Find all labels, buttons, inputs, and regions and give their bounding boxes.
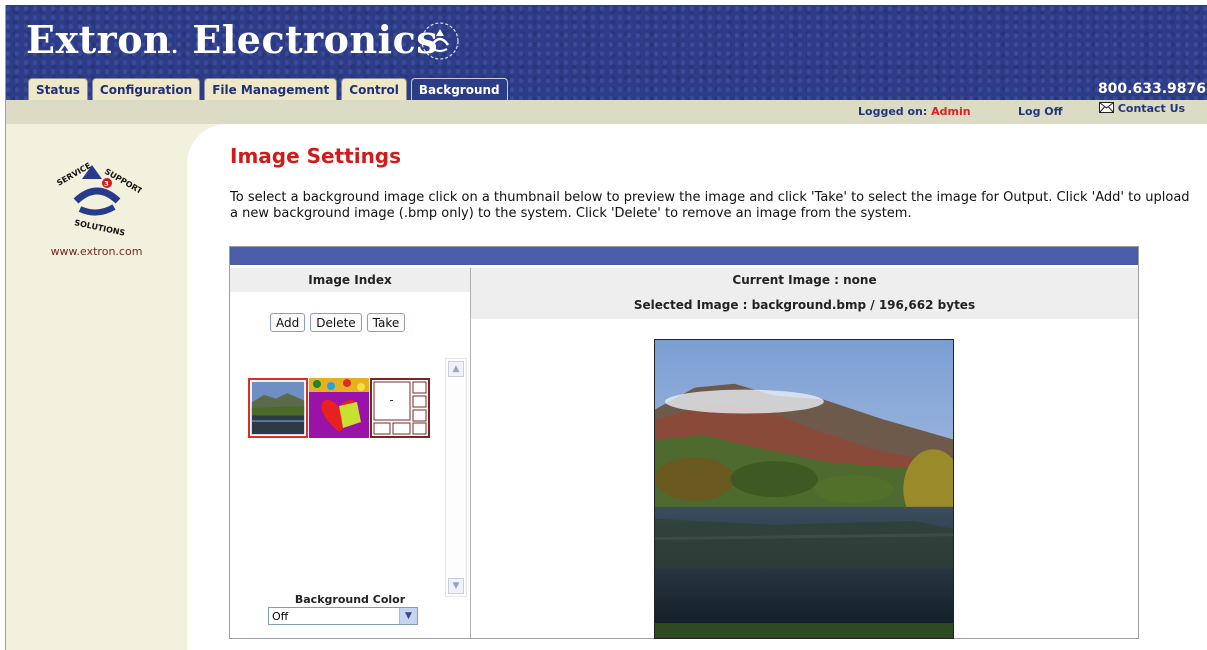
service-support-solutions-logo[interactable]: SERVICE SUPPORT SOLUTIONS 3 [52, 157, 142, 237]
contact-us-label: Contact Us [1117, 102, 1186, 115]
brand-main: Extron [26, 17, 172, 62]
extron-url-link[interactable]: www.extron.com [6, 245, 187, 258]
thumbnail-scrollbar[interactable]: ▲ ▼ [445, 358, 467, 597]
page-description: To select a background image click on a … [230, 190, 1190, 221]
scroll-up-icon[interactable]: ▲ [448, 361, 464, 377]
take-button[interactable]: Take [366, 313, 406, 332]
tab-file-management[interactable]: File Management [204, 78, 338, 101]
log-off-link[interactable]: Log Off [1018, 105, 1063, 118]
main-tabs: Status Configuration File Management Con… [28, 78, 508, 101]
logged-on-user: Admin [931, 105, 971, 118]
contact-us-link[interactable]: Contact Us [1099, 102, 1185, 115]
image-index-column: Image Index Add Delete Take ▲ ▼ Backgrou… [230, 268, 471, 638]
delete-button[interactable]: Delete [310, 313, 362, 332]
grid-layout-thumbnail[interactable] [370, 378, 430, 438]
current-image-label: Current Image : none [471, 268, 1138, 292]
background-color-label: Background Color [294, 593, 406, 606]
image-preview [654, 339, 954, 639]
logged-on-status: Logged on: Admin [858, 105, 971, 118]
image-index-buttons: Add Delete Take [270, 313, 406, 332]
selected-image-label: Selected Image : background.bmp / 196,66… [471, 292, 1138, 319]
svg-text:3: 3 [104, 180, 109, 188]
background-color-value: Off [272, 610, 289, 623]
landscape-thumbnail[interactable] [248, 378, 308, 438]
tab-control[interactable]: Control [341, 78, 407, 101]
brand-second: Electronics [192, 17, 439, 62]
image-settings-panel: Image Index Add Delete Take ▲ ▼ Backgrou… [229, 246, 1139, 639]
status-bar: Logged on: Admin Log Off Contact Us [6, 100, 1207, 124]
brand-dot: . [171, 34, 179, 58]
page-title: Image Settings [230, 144, 402, 168]
page-frame: Extron. Electronics Status Configuration… [5, 5, 1207, 650]
phone-number: 800.633.9876 [1097, 81, 1206, 97]
panel-header-bar [230, 247, 1138, 265]
tab-background[interactable]: Background [410, 78, 508, 101]
colorful-heart-thumbnail[interactable] [309, 378, 369, 438]
tab-status[interactable]: Status [28, 78, 88, 101]
chevron-down-icon[interactable]: ▼ [399, 608, 417, 624]
header-banner: Extron. Electronics Status Configuration… [6, 5, 1207, 101]
background-color-select[interactable]: Off ▼ [268, 607, 418, 625]
thumbnail-list [248, 378, 431, 438]
image-index-heading: Image Index [230, 268, 470, 292]
envelope-icon [1099, 102, 1114, 113]
tab-configuration[interactable]: Configuration [91, 78, 201, 101]
brand-wordmark[interactable]: Extron. Electronics [26, 17, 438, 62]
svg-text:SOLUTIONS: SOLUTIONS [74, 218, 127, 237]
extron-logo-icon [421, 22, 459, 60]
preview-column: Current Image : none Selected Image : ba… [471, 268, 1138, 639]
scroll-down-icon[interactable]: ▼ [448, 578, 464, 594]
logged-on-label: Logged on: [858, 105, 928, 118]
add-button[interactable]: Add [270, 313, 306, 332]
